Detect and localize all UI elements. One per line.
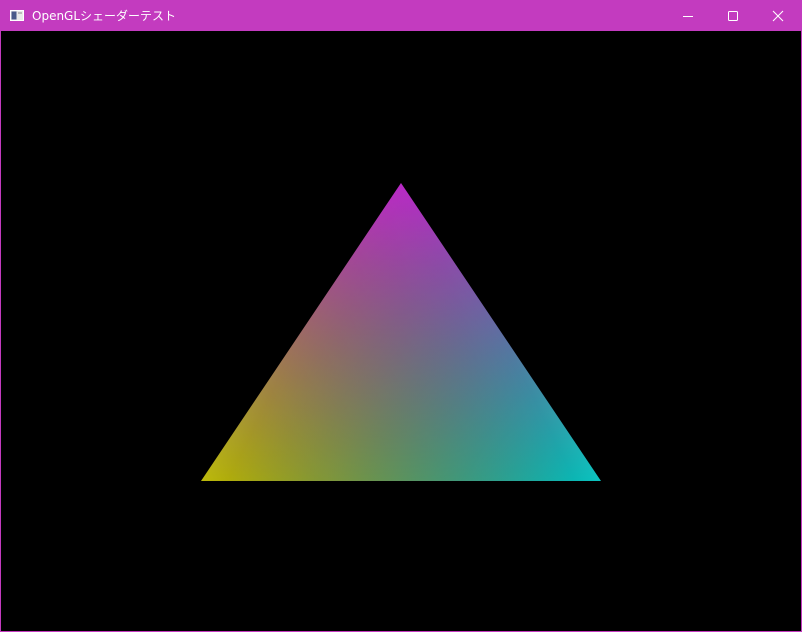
close-icon [772, 10, 784, 22]
minimize-button[interactable] [665, 1, 711, 31]
render-canvas [201, 183, 601, 481]
close-button[interactable] [755, 1, 801, 31]
app-window-icon [10, 10, 24, 21]
maximize-button[interactable] [710, 1, 756, 31]
maximize-icon [727, 10, 739, 22]
window-title: OpenGLシェーダーテスト [32, 9, 177, 23]
minimize-icon [682, 10, 694, 22]
app-window: OpenGLシェーダーテスト [0, 0, 802, 632]
title-bar[interactable]: OpenGLシェーダーテスト [1, 1, 801, 31]
color-triangle [201, 183, 601, 481]
opengl-viewport[interactable] [1, 31, 801, 631]
